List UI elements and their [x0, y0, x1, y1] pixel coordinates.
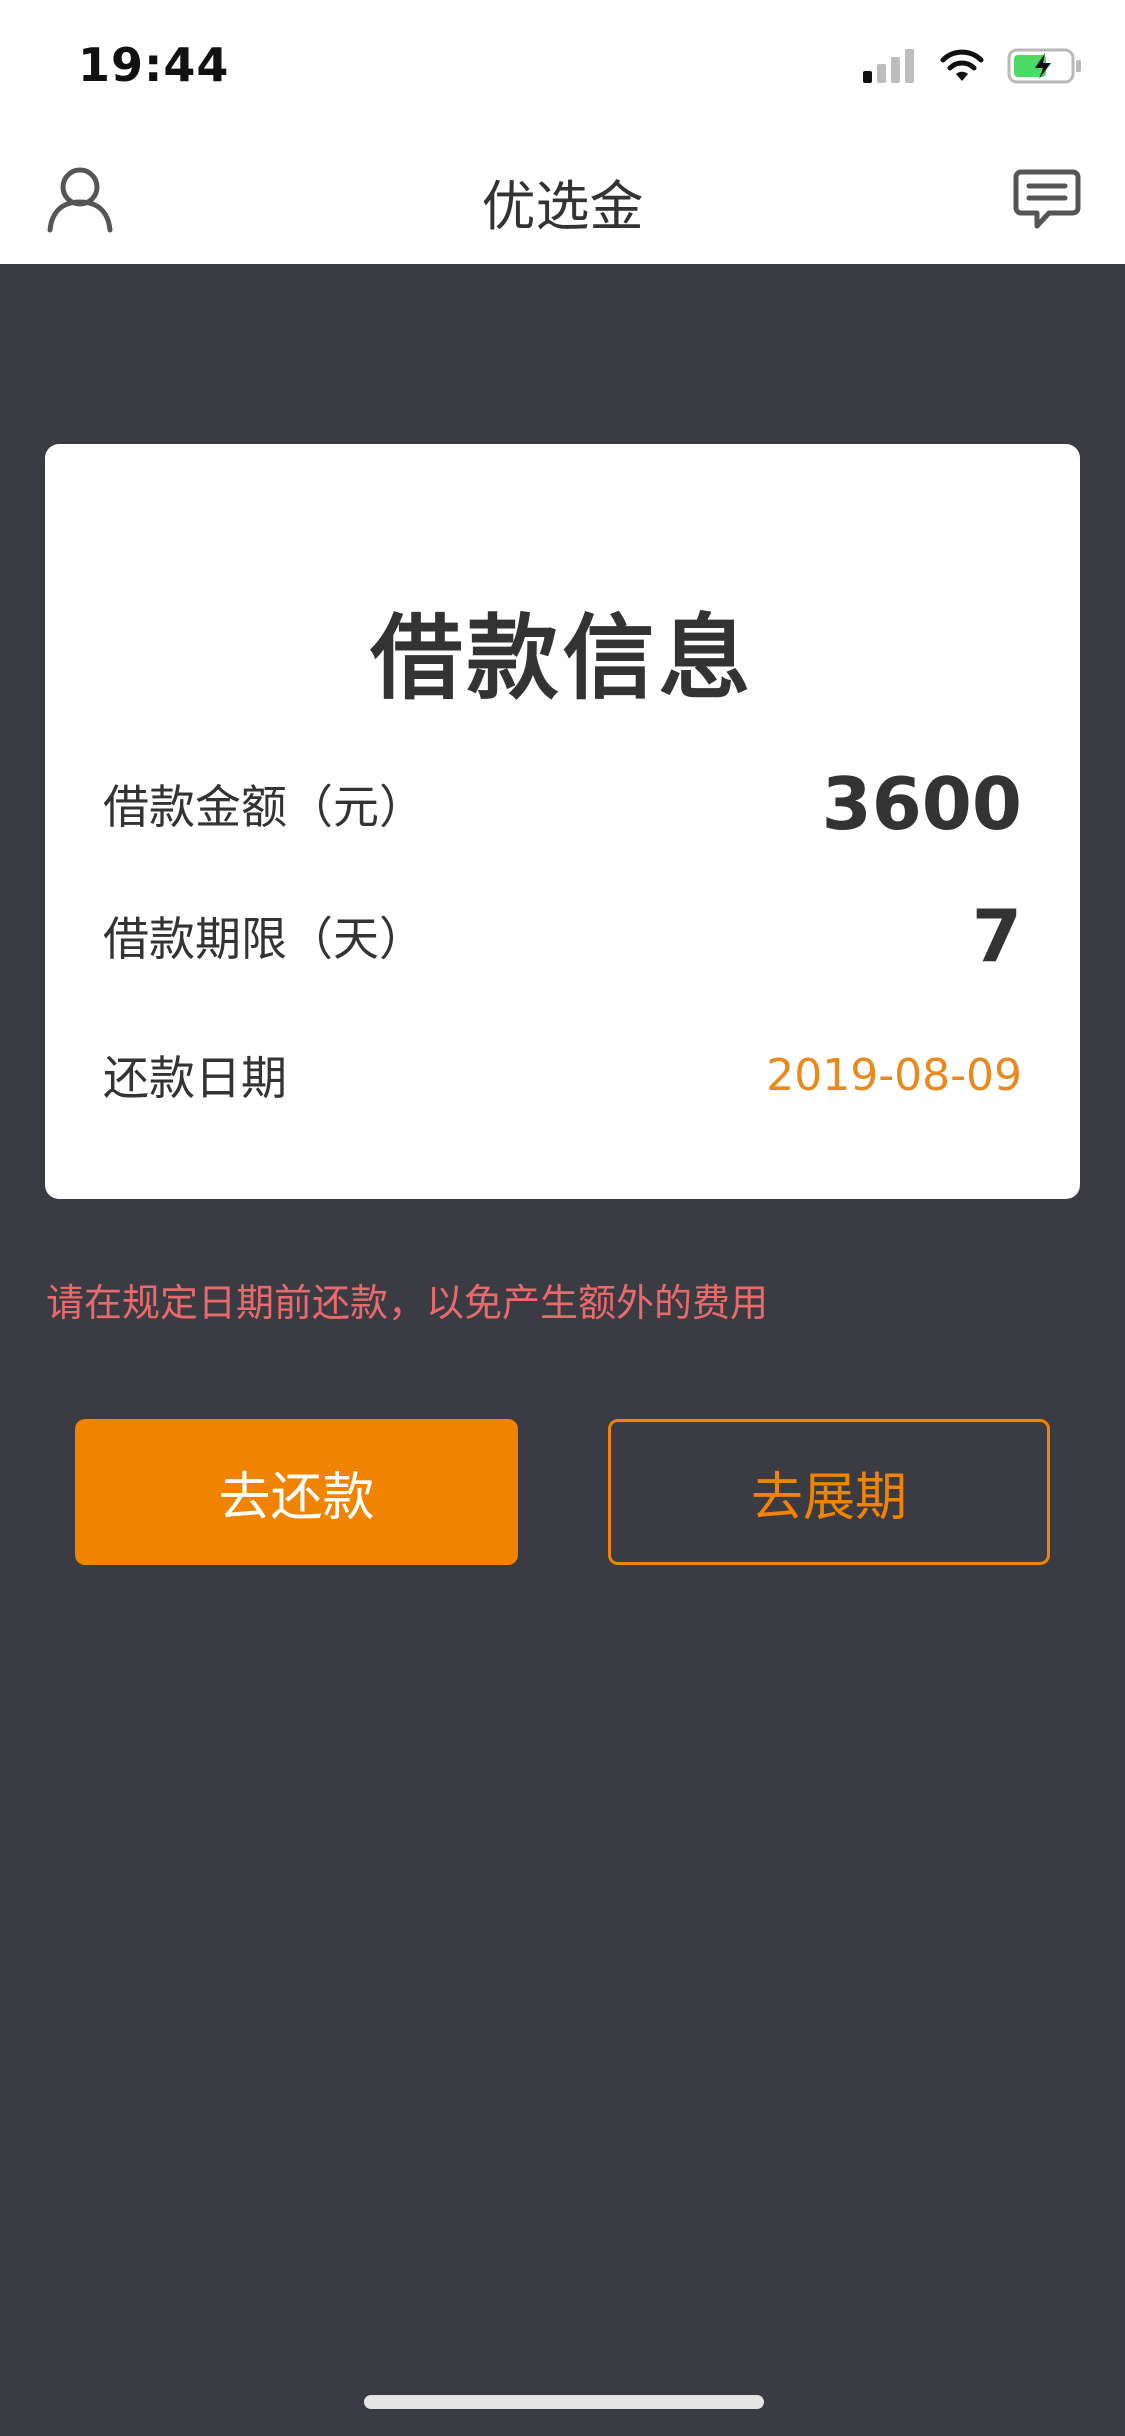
message-icon: [1013, 169, 1081, 229]
repayment-notice: 请在规定日期前还款，以免产生额外的费用: [46, 1281, 769, 1325]
loan-term-value: 7: [971, 894, 1022, 978]
loan-amount-value: 3600: [821, 762, 1022, 846]
message-button[interactable]: [1013, 168, 1081, 232]
card-title: 借款信息: [370, 605, 755, 712]
repayment-date-value: 2019-08-09: [766, 1049, 1022, 1101]
cellular-signal-icon: [863, 49, 914, 83]
battery-charging-icon: [1007, 48, 1081, 84]
home-indicator: [364, 2395, 764, 2409]
page-title: 优选金: [481, 175, 644, 238]
loan-amount-label: 借款金额（元）: [103, 780, 425, 834]
loan-term-row: 借款期限（天） 7: [103, 894, 1022, 978]
status-icons: [863, 48, 1083, 84]
loan-info-card: 借款信息 借款金额（元） 3600 借款期限（天） 7 还款日期 2019-08…: [45, 444, 1080, 1199]
repayment-date-row: 还款日期 2019-08-09: [103, 1042, 1022, 1108]
wifi-icon: [940, 49, 984, 81]
repay-button[interactable]: 去还款: [75, 1419, 518, 1565]
navigation-bar: 优选金: [0, 132, 1125, 264]
extend-button[interactable]: 去展期: [608, 1419, 1050, 1565]
status-bar: 19:44: [0, 0, 1125, 132]
loan-amount-row: 借款金额（元） 3600: [103, 762, 1022, 846]
loan-term-label: 借款期限（天）: [103, 912, 425, 966]
status-time: 19:44: [78, 38, 230, 92]
repayment-date-label: 还款日期: [103, 1051, 287, 1105]
